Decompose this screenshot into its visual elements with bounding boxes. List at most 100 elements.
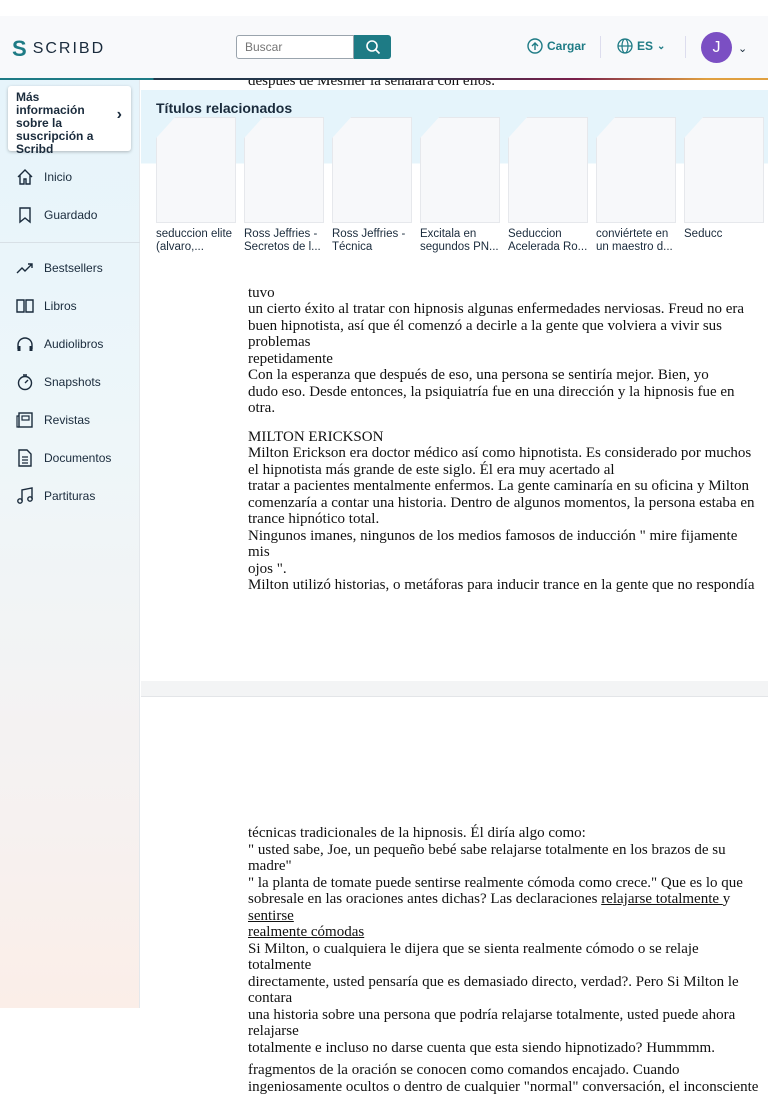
divider [600, 36, 601, 58]
text-line: directamente, usted pensaría que es dema… [248, 973, 739, 1007]
related-titles-panel: Títulos relacionados seduccion elite (alv… [141, 90, 768, 283]
document-thumbnail [244, 117, 324, 223]
text-line: realmente cómodas [248, 924, 760, 941]
related-title-card[interactable]: conviértete en un maestro d... [596, 117, 676, 254]
text-line [248, 417, 760, 429]
music-note-icon [17, 487, 33, 504]
sidebar-item-bestsellers[interactable]: Bestsellers [0, 249, 140, 287]
document-page: técnicas tradicionales de la hipnosis. É… [141, 696, 768, 1115]
sidebar-item-guardado[interactable]: Guardado [0, 196, 140, 234]
sidebar-item-inicio[interactable]: Inicio [0, 158, 140, 196]
book-icon [16, 299, 34, 313]
divider [685, 36, 686, 58]
text-line: relajarse totalmente [601, 891, 723, 907]
text-line: fragmentos de la oración se conocen como… [248, 1062, 680, 1078]
text-line: conviértete en [596, 228, 669, 240]
chevron-right-icon: › [116, 106, 122, 123]
magazine-icon [16, 412, 33, 428]
related-title-card[interactable]: Seducc [684, 117, 764, 241]
document-thumbnail [684, 117, 764, 223]
text-line: realmente cómodas [248, 924, 365, 940]
related-title-card[interactable]: Seduccion Acelerada Ro... [508, 117, 588, 254]
sidebar-divider [0, 242, 140, 243]
sidebar-item-snapshots[interactable]: Snapshots [0, 363, 140, 401]
sidebar-item-partituras[interactable]: Partituras [0, 477, 140, 515]
document-thumbnail [508, 117, 588, 223]
section-heading: MILTON ERICKSON [248, 428, 384, 445]
text-line: Técnica [332, 241, 373, 253]
text-line: segundos PN... [420, 241, 499, 253]
text-line: sobresale en las oraciones antes dichas?… [248, 891, 760, 924]
search-bar [236, 35, 391, 59]
related-titles-heading: Títulos relacionados [156, 100, 293, 116]
text-line: Acelerada Ro... [508, 241, 588, 253]
scribd-logo[interactable]: S SCRIBD [12, 36, 105, 62]
upload-button[interactable]: Cargar [527, 38, 586, 54]
related-title-card[interactable]: Ross Jeffries - Técnica [332, 117, 412, 254]
search-icon [365, 40, 380, 55]
text-line: Secretos de l... [244, 241, 321, 253]
bookmark-icon [19, 207, 31, 224]
document-paragraph: técnicas tradicionales de la hipnosis. É… [248, 825, 760, 1095]
text-line: ingeniosamente ocultos o dentro de cualq… [248, 1078, 759, 1095]
related-title-card[interactable]: Ross Jeffries - Secretos de l... [244, 117, 324, 254]
sidebar-item-revistas[interactable]: Revistas [0, 401, 140, 439]
sidebar-item-audiolibros[interactable]: Audiolibros [0, 325, 140, 363]
sidebar: Más información sobre la suscripción a S… [0, 80, 140, 1008]
related-title-card[interactable]: Excitala en segundos PN... [420, 117, 500, 254]
text-line: el hipnotista más grande de este siglo. … [248, 461, 615, 478]
upload-icon [527, 38, 543, 54]
search-input[interactable] [236, 35, 354, 59]
document-thumbnail [420, 117, 500, 223]
text-line: Excitala en [420, 228, 477, 240]
text-line: una historia sobre una persona que podrí… [248, 1006, 736, 1040]
text-line: Con la esperanza que después de eso, una… [248, 367, 709, 383]
document-paragraph: de Freud, él utilizó las técnicas de Mes… [248, 268, 760, 594]
document-icon [18, 449, 32, 467]
text-line: un maestro d... [596, 241, 673, 253]
text-line: comenzaría a contar una historia. Dentro… [248, 494, 755, 511]
headphones-icon [17, 337, 33, 351]
subscription-promo[interactable]: Más información sobre la suscripción a S… [8, 86, 131, 156]
stopwatch-icon [17, 374, 33, 391]
text-line: tratar a pacientes mentalmente enfermos.… [248, 478, 750, 494]
text-line: totalmente e incluso no darse cuenta que… [248, 1039, 715, 1056]
text-line: técnicas tradicionales de la hipnosis. É… [248, 825, 586, 841]
text-line: (alvaro,... [156, 241, 204, 253]
text-line: Seducc [684, 228, 723, 240]
language-selector[interactable]: ES ⌄ [617, 38, 665, 54]
search-button[interactable] [354, 35, 391, 59]
text-line: sobresale en las oraciones antes dichas?… [248, 891, 602, 907]
chevron-down-icon[interactable]: ⌄ [738, 42, 747, 55]
scribd-logo-icon: S [12, 36, 27, 61]
text-line: trance hipnótico total. [248, 511, 380, 527]
home-icon [17, 169, 33, 185]
user-avatar[interactable]: J [701, 32, 732, 63]
related-title-card[interactable]: seduccion elite (alvaro,... [156, 117, 236, 254]
globe-icon [617, 38, 633, 54]
text-line: " la planta de tomate puede sentirse rea… [248, 874, 743, 891]
text-line: Seduccion [508, 228, 562, 240]
text-line: Ross Jeffries - [244, 228, 318, 240]
text-line: " usted sabe, Joe, un pequeño bebé sabe … [248, 841, 726, 875]
text-line: Si Milton, o cualquiera le dijera que se… [248, 940, 699, 974]
document-thumbnail [596, 117, 676, 223]
document-thumbnail [156, 117, 236, 223]
trending-icon [16, 263, 33, 274]
text-line: Ningunos imanes, ningunos de los medios … [248, 527, 738, 561]
header-accent-stripe [0, 78, 768, 80]
text-line: y [722, 891, 731, 907]
text-line: sentirse [248, 907, 294, 924]
text-line: Milton utilizó historias, o metáforas pa… [248, 577, 755, 593]
sidebar-item-libros[interactable]: Libros [0, 287, 140, 325]
sidebar-item-documentos[interactable]: Documentos [0, 439, 140, 477]
text-line: buen hipnotista, así que él comenzó a de… [248, 317, 723, 351]
text-line: repetidamente [248, 350, 333, 367]
text-line: Milton Erickson era doctor médico así co… [248, 445, 752, 461]
text-line: un cierto éxito al tratar con hipnosis a… [248, 301, 745, 317]
text-line: Ross Jeffries - [332, 228, 406, 240]
text-line: dudo eso. Desde entonces, la psiquiatría… [248, 383, 735, 417]
chevron-down-icon: ⌄ [657, 40, 666, 52]
document-overflow-top [0, 0, 768, 16]
document-thumbnail [332, 117, 412, 223]
